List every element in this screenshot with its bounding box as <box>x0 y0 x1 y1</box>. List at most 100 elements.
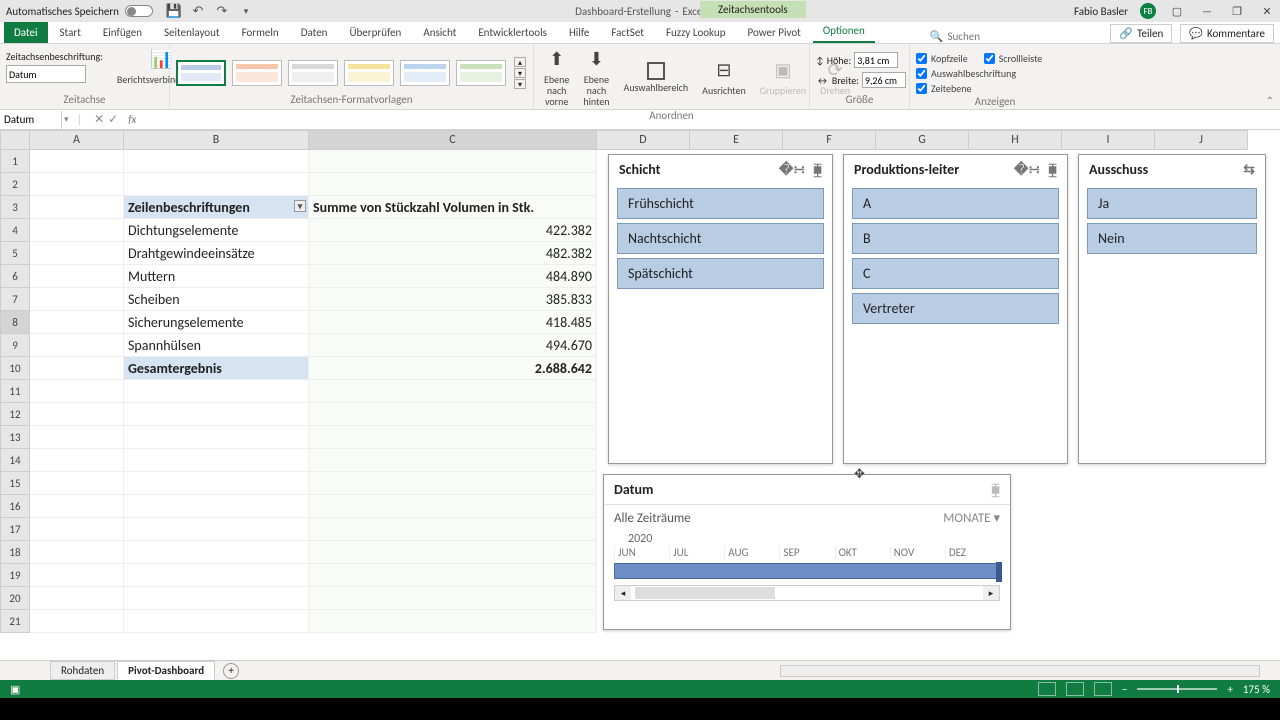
collapse-ribbon-icon[interactable]: ⌃ <box>1266 94 1274 107</box>
scroll-thumb[interactable] <box>635 587 775 599</box>
time-level-checkbox[interactable]: Zeitebene <box>916 82 971 95</box>
sheet-tab-rohdaten[interactable]: Rohdaten <box>50 661 115 680</box>
zoom-level[interactable]: 175 % <box>1243 683 1270 696</box>
col-header-D[interactable]: D <box>597 130 690 150</box>
cell[interactable] <box>30 495 124 518</box>
cell[interactable] <box>124 403 309 426</box>
add-sheet-button[interactable]: + <box>223 663 239 679</box>
tab-optionen[interactable]: Optionen <box>813 20 875 43</box>
cell[interactable] <box>309 380 597 403</box>
timeline-month[interactable]: DEZ <box>945 546 1000 559</box>
cell[interactable] <box>124 564 309 587</box>
multiselect-icon[interactable]: ⇆ <box>1243 161 1255 178</box>
qat-dropdown-icon[interactable]: ▾ <box>239 4 253 18</box>
row-header[interactable]: 21 <box>0 610 30 633</box>
slicer-ausschuss[interactable]: Ausschuss ⇆ Ja Nein <box>1078 154 1266 464</box>
clear-timeline-icon[interactable]: ⧯ <box>991 481 1000 498</box>
tab-daten[interactable]: Daten <box>291 22 338 43</box>
save-icon[interactable]: 💾 <box>167 4 181 18</box>
cell[interactable] <box>30 334 124 357</box>
cell[interactable]: Gesamtergebnis <box>124 357 309 380</box>
tab-powerpivot[interactable]: Power Pivot <box>737 22 810 43</box>
col-header-C[interactable]: C <box>309 130 597 150</box>
selection-pane-button[interactable]: Auswahlbereich <box>620 60 693 95</box>
cell[interactable]: 494.670 <box>309 334 597 357</box>
cell[interactable] <box>124 495 309 518</box>
tab-fuzzy[interactable]: Fuzzy Lookup <box>656 22 736 43</box>
timeline-style-5[interactable] <box>400 60 450 86</box>
clear-filter-icon[interactable]: ⧯ <box>1048 161 1057 178</box>
row-header[interactable]: 3 <box>0 196 30 219</box>
cell[interactable] <box>309 564 597 587</box>
row-header[interactable]: 7 <box>0 288 30 311</box>
scrollbar-checkbox[interactable]: Scrollleiste <box>984 52 1043 65</box>
cell[interactable] <box>309 495 597 518</box>
cell[interactable] <box>309 541 597 564</box>
row-header[interactable]: 5 <box>0 242 30 265</box>
tab-entwicklertools[interactable]: Entwicklertools <box>468 22 557 43</box>
redo-icon[interactable]: ↷ <box>215 4 229 18</box>
timeline-month[interactable]: SEP <box>779 546 834 559</box>
cell[interactable]: 482.382 <box>309 242 597 265</box>
cell[interactable]: 484.890 <box>309 265 597 288</box>
cancel-formula-icon[interactable]: ✕ <box>94 112 104 127</box>
undo-icon[interactable]: ↶ <box>191 4 205 18</box>
timeline-datum[interactable]: Datum ⧯ ✥ Alle Zeiträume MONATE ▾ 2020 J… <box>603 474 1011 630</box>
tab-factset[interactable]: FactSet <box>601 22 654 43</box>
row-header[interactable]: 14 <box>0 449 30 472</box>
cell[interactable] <box>124 150 309 173</box>
tab-formeln[interactable]: Formeln <box>232 22 289 43</box>
tab-seitenlayout[interactable]: Seitenlayout <box>154 22 230 43</box>
col-header-B[interactable]: B <box>124 130 309 150</box>
height-input[interactable] <box>854 52 898 68</box>
timeline-style-1[interactable] <box>176 60 226 86</box>
cell[interactable] <box>30 564 124 587</box>
cell[interactable] <box>30 403 124 426</box>
scroll-right-icon[interactable]: ▸ <box>983 586 999 600</box>
slicer-produktionsleiter[interactable]: Produktions-leiter �∺⧯ A B C Vertreter <box>843 154 1068 464</box>
multiselect-icon[interactable]: �∺ <box>1014 161 1040 178</box>
slicer-item[interactable]: Spätschicht <box>617 258 824 289</box>
col-header-F[interactable]: F <box>783 130 876 150</box>
cell[interactable] <box>30 518 124 541</box>
row-header[interactable]: 12 <box>0 403 30 426</box>
slicer-item[interactable]: Vertreter <box>852 293 1059 324</box>
tab-datei[interactable]: Datei <box>4 22 48 43</box>
autosave-toggle[interactable] <box>125 5 153 17</box>
ribbon-display-icon[interactable]: ▢ <box>1168 4 1186 18</box>
cell[interactable] <box>30 380 124 403</box>
scroll-left-icon[interactable]: ◂ <box>615 586 631 600</box>
clear-filter-icon[interactable]: ⧯ <box>813 161 822 178</box>
cell[interactable] <box>30 311 124 334</box>
cell[interactable]: Spannhülsen <box>124 334 309 357</box>
row-header[interactable]: 1 <box>0 150 30 173</box>
page-break-view-icon[interactable] <box>1094 682 1112 696</box>
row-header[interactable]: 18 <box>0 541 30 564</box>
slicer-item[interactable]: A <box>852 188 1059 219</box>
timeline-style-6[interactable] <box>456 60 506 86</box>
bring-forward-button[interactable]: ⬆Ebene nach vorne <box>540 46 573 109</box>
cell[interactable] <box>30 150 124 173</box>
tab-einfuegen[interactable]: Einfügen <box>93 22 152 43</box>
cell[interactable] <box>124 587 309 610</box>
timeline-style-3[interactable] <box>288 60 338 86</box>
cell[interactable] <box>30 265 124 288</box>
cell[interactable]: Summe von Stückzahl Volumen in Stk. <box>309 196 597 219</box>
timeline-month[interactable]: AUG <box>724 546 779 559</box>
cell[interactable] <box>30 610 124 633</box>
slicer-item[interactable]: Frühschicht <box>617 188 824 219</box>
tab-start[interactable]: Start <box>50 22 91 43</box>
minimize-icon[interactable]: — <box>1198 4 1216 18</box>
cell[interactable] <box>30 426 124 449</box>
cell[interactable] <box>124 449 309 472</box>
cell[interactable]: 385.833 <box>309 288 597 311</box>
cell[interactable]: Drahtgewindeeinsätze <box>124 242 309 265</box>
record-macro-icon[interactable]: ▣ <box>10 683 20 696</box>
row-header[interactable]: 11 <box>0 380 30 403</box>
cell[interactable] <box>309 449 597 472</box>
cell[interactable] <box>309 472 597 495</box>
timeline-month[interactable]: OKT <box>835 546 890 559</box>
style-scroll-up[interactable]: ▴ <box>514 57 526 67</box>
cell[interactable]: Sicherungselemente <box>124 311 309 334</box>
cell[interactable]: Zeilenbeschriftungen▾ <box>124 196 309 219</box>
